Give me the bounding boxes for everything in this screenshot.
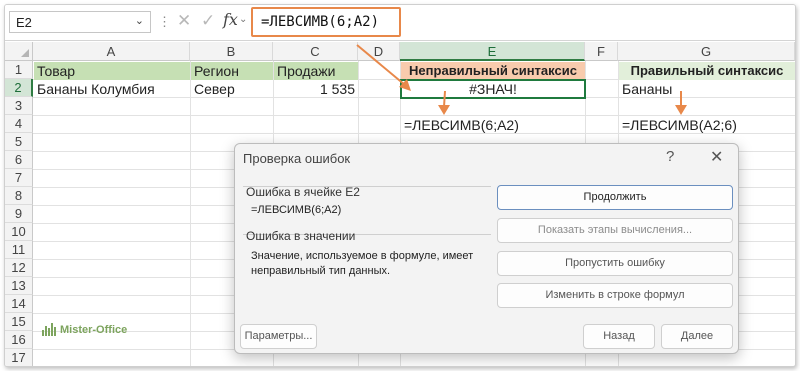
arrow-formula-to-cell [356, 44, 406, 86]
error-description: Значение, используемое в формуле, имеет … [251, 250, 474, 277]
excel-window: E2 ⌄ ⋮ ✕ ✓ fx ⌄ =ЛЕВСИМВ(6;A2) A B C D E… [4, 4, 796, 367]
help-icon[interactable]: ? [666, 148, 674, 165]
error-formula-text: =ЛЕВСИМВ(6;A2) [251, 204, 342, 216]
row-header[interactable]: 15 [5, 313, 33, 331]
row-header[interactable]: 9 [5, 205, 33, 223]
row-header[interactable]: 10 [5, 223, 33, 241]
mister-office-logo: Mister-Office [42, 323, 127, 336]
row-header[interactable]: 16 [5, 331, 33, 349]
edit-in-formula-bar-button[interactable]: Изменить в строке формул [497, 283, 733, 308]
next-button[interactable]: Далее [661, 324, 733, 349]
error-check-dialog: Проверка ошибок ? ✕ Ошибка в ячейке E2 =… [234, 143, 739, 354]
logo-text: Mister-Office [60, 324, 128, 336]
row-header[interactable]: 7 [5, 169, 33, 187]
arrow-head [675, 105, 687, 115]
arrow-error-down [443, 90, 446, 108]
row-header[interactable]: 6 [5, 151, 33, 169]
row-header[interactable]: 17 [5, 349, 33, 366]
row-header[interactable]: 11 [5, 241, 33, 259]
row-header[interactable]: 12 [5, 259, 33, 277]
error-type-group: Ошибка в значении Значение, используемое… [243, 229, 491, 296]
row-header[interactable]: 8 [5, 187, 33, 205]
logo-bars-icon [42, 323, 57, 336]
row-header[interactable]: 13 [5, 277, 33, 295]
arrow-head [438, 105, 450, 115]
error-type-label: Ошибка в значении [246, 229, 356, 243]
dialog-title: Проверка ошибок [243, 151, 351, 166]
back-button[interactable]: Назад [583, 324, 655, 349]
options-button[interactable]: Параметры... [240, 324, 317, 349]
continue-button[interactable]: Продолжить [497, 185, 733, 210]
ignore-error-button[interactable]: Пропустить ошибку [497, 251, 733, 276]
error-cell-label: Ошибка в ячейке E2 [246, 185, 360, 199]
close-icon[interactable]: ✕ [710, 147, 723, 167]
row-header[interactable]: 14 [5, 295, 33, 313]
show-calc-steps-button[interactable]: Показать этапы вычисления... [497, 218, 733, 243]
annotation-arrows [356, 44, 687, 115]
error-cell-group: Ошибка в ячейке E2 =ЛЕВСИМВ(6;A2) [243, 185, 491, 218]
